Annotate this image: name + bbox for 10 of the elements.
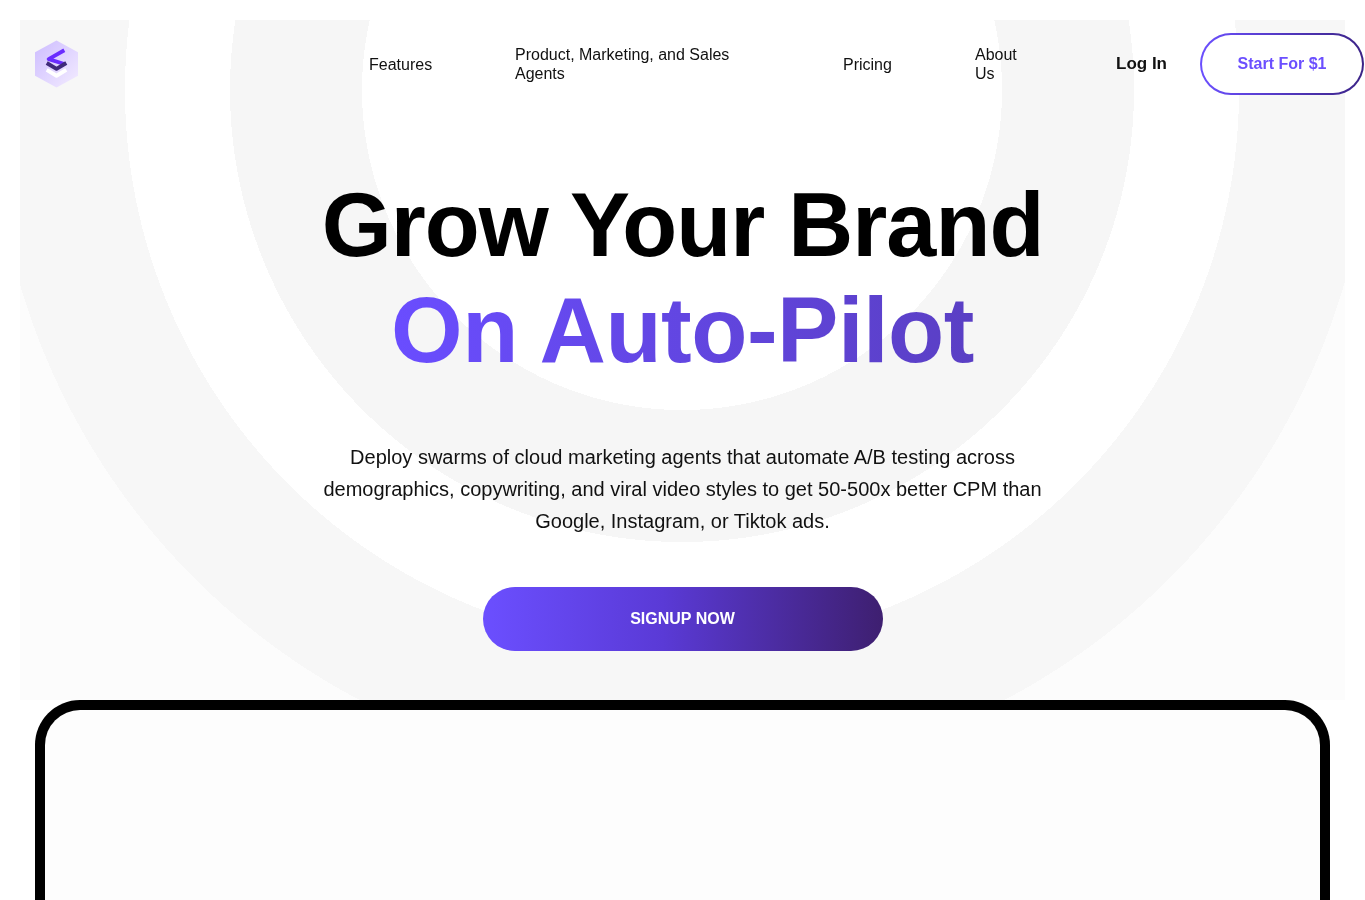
layers-logo-icon[interactable] <box>35 40 78 88</box>
nav-link[interactable]: Product, Marketing, and Sales Agents <box>515 45 755 83</box>
nav-link[interactable]: About Us <box>975 45 1031 83</box>
login-link[interactable]: Log In <box>1116 54 1167 74</box>
nav-link[interactable]: Pricing <box>843 54 975 74</box>
start-button[interactable]: Start For $1 <box>1200 33 1364 95</box>
hero-title: Grow Your Brand <box>321 174 1044 277</box>
signup-button[interactable]: SIGNUP NOW <box>482 587 883 651</box>
nav-link[interactable]: Features <box>369 54 515 74</box>
hero-description: Deploy swarms of cloud marketing agents that automate A/B testing across demographics, copywriting, and viral video styles to get 50-500x better CPM than Google, Instagram, or Tiktok ads. <box>322 445 1043 534</box>
